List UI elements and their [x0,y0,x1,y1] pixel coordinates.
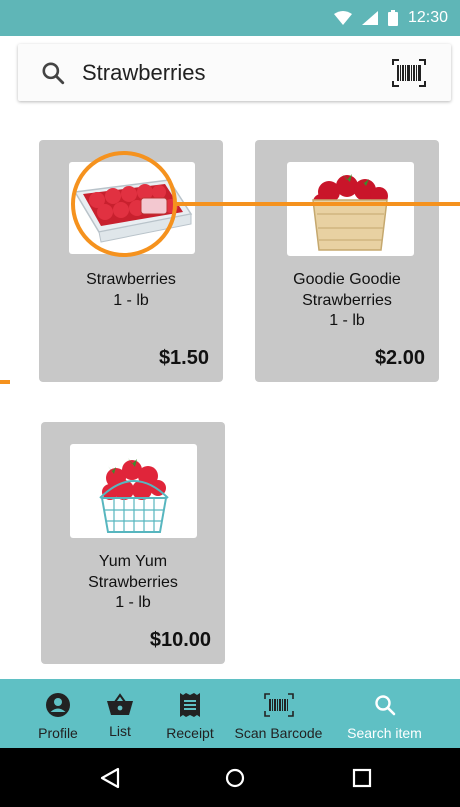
barcode-scan-icon [392,58,426,87]
status-bar: 12:30 [0,0,460,36]
product-card[interactable]: Yum Yum Strawberries 1 - lb $10.00 [41,422,225,664]
back-button[interactable] [96,764,124,792]
product-name: Yum Yum Strawberries 1 - lb [88,553,178,611]
product-name: Strawberries 1 - lb [86,271,176,309]
home-icon [225,768,245,788]
barcode-icon [263,693,294,717]
product-image [70,444,197,538]
status-time: 12:30 [407,9,448,26]
highlight-connector-line [176,202,460,206]
product-price: $2.00 [374,347,425,369]
receipt-icon [180,693,200,717]
search-input[interactable]: Strawberries [82,60,389,86]
search-icon [42,61,65,84]
nav-item-profile[interactable]: Profile [28,679,88,748]
product-price: $1.50 [158,347,209,369]
recents-button[interactable] [348,764,376,792]
nav-item-scan-barcode[interactable]: Scan Barcode [226,679,331,748]
system-navigation-bar [0,748,460,807]
back-icon [100,767,120,789]
battery-icon [387,10,398,26]
nav-item-receipt[interactable]: Receipt [160,679,220,748]
product-price: $10.00 [149,629,211,651]
nav-item-search[interactable]: Search item [337,679,432,748]
search-bar[interactable]: Strawberries [18,44,451,101]
signal-icon [361,11,378,25]
home-button[interactable] [221,764,249,792]
product-image [287,162,414,256]
wifi-icon [333,11,352,25]
bottom-navigation: Profile List Receipt Scan Barcode Search… [0,679,460,748]
search-icon [374,695,395,716]
recents-icon [352,768,372,788]
barcode-scan-button[interactable] [389,55,429,91]
profile-icon [46,693,70,717]
product-name: Goodie Goodie Strawberries 1 - lb [293,271,401,329]
highlight-edge-mark [0,380,10,384]
product-card[interactable]: Goodie Goodie Strawberries 1 - lb $2.00 [255,140,439,382]
basket-icon [107,693,133,715]
nav-item-list[interactable]: List [100,679,140,748]
highlight-circle [71,151,177,257]
